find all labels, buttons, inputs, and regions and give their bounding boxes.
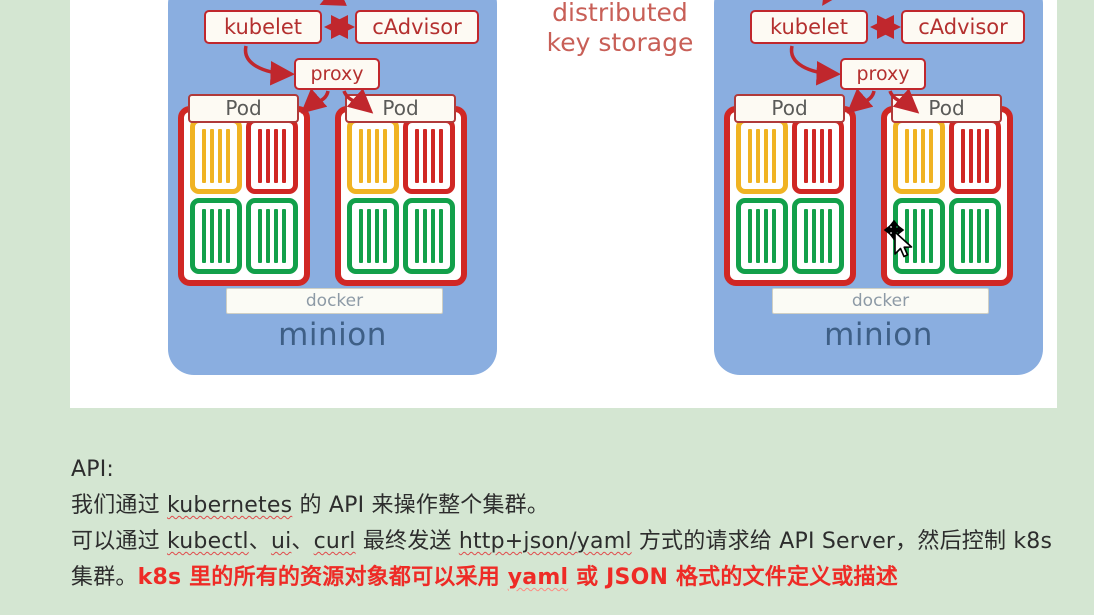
pod-label-left-2[interactable]: Pod — [345, 94, 456, 123]
page-root: distributed key storage kubelet cAdvisor… — [0, 0, 1094, 615]
minion-node-right[interactable]: kubelet cAdvisor proxy Pod Pod docker mi… — [714, 0, 1043, 375]
minion-label-right: minion — [824, 317, 933, 353]
pod-label-text: Pod — [928, 96, 965, 120]
line4-red-a: k8s 里的所有的资源对象都可以采用 — [137, 565, 508, 590]
kubelet-box-left[interactable]: kubelet — [204, 10, 322, 44]
docker-bar-left[interactable]: docker — [226, 288, 443, 314]
text-line-3: 可以通过 kubectl、ui、curl 最终发送 http+json/yaml… — [71, 524, 1086, 560]
distributed-key-storage-caption: distributed key storage — [525, 0, 715, 58]
container-red[interactable] — [246, 118, 298, 194]
line3-curl: curl — [313, 529, 356, 554]
kubelet-label: kubelet — [223, 15, 303, 39]
container-green[interactable] — [246, 198, 298, 274]
container-green[interactable] — [403, 198, 455, 274]
pod-label-text: Pod — [225, 96, 262, 120]
cadvisor-label: cAdvisor — [372, 15, 462, 39]
proxy-label: proxy — [856, 63, 910, 85]
line3-kubectl: kubectl — [167, 529, 249, 554]
container-green[interactable] — [347, 198, 399, 274]
pod-label-text: Pod — [771, 96, 808, 120]
body-text-block: API: 我们通过 kubernetes 的 API 来操作整个集群。 可以通过… — [71, 452, 1086, 596]
container-yellow[interactable] — [736, 118, 788, 194]
line4-red-b: 或 JSON 格式的文件定义或描述 — [568, 565, 898, 590]
storage-caption-line1: distributed — [552, 0, 688, 27]
container-red[interactable] — [949, 118, 1001, 194]
kubelet-label: kubelet — [769, 15, 849, 39]
pod-body-left-2[interactable] — [335, 106, 467, 286]
docker-label: docker — [851, 291, 910, 311]
text-line-4: 集群。k8s 里的所有的资源对象都可以采用 yaml 或 JSON 格式的文件定… — [71, 560, 1086, 596]
container-red[interactable] — [403, 118, 455, 194]
line2-part-a: 我们通过 — [71, 493, 167, 518]
line4-part-a: 集群。 — [71, 565, 138, 590]
proxy-box-left[interactable]: proxy — [294, 58, 380, 90]
line3-sep2: 、 — [291, 529, 314, 554]
line4-highlight: k8s 里的所有的资源对象都可以采用 yaml 或 JSON 格式的文件定义或描… — [138, 565, 898, 590]
container-green[interactable] — [949, 198, 1001, 274]
docker-bar-right[interactable]: docker — [772, 288, 989, 314]
cadvisor-label: cAdvisor — [918, 15, 1008, 39]
container-yellow[interactable] — [347, 118, 399, 194]
pod-label-right-1[interactable]: Pod — [734, 94, 845, 123]
pod-label-left-1[interactable]: Pod — [188, 94, 299, 123]
proxy-box-right[interactable]: proxy — [840, 58, 926, 90]
line2-part-c: 的 API 来操作整个集群。 — [292, 493, 550, 518]
pod-label-text: Pod — [382, 96, 419, 120]
move-cursor — [880, 218, 920, 262]
container-green[interactable] — [736, 198, 788, 274]
pod-label-right-2[interactable]: Pod — [891, 94, 1002, 123]
line4-yaml: yaml — [507, 565, 569, 590]
container-red[interactable] — [792, 118, 844, 194]
line3-part-a: 可以通过 — [71, 529, 167, 554]
line3-part-i: 方式的请求给 API Server，然后控制 k8s — [631, 529, 1053, 554]
container-yellow[interactable] — [893, 118, 945, 194]
line2-kubernetes: kubernetes — [167, 493, 293, 518]
docker-label: docker — [305, 291, 364, 311]
line3-ui: ui — [270, 529, 292, 554]
container-green[interactable] — [190, 198, 242, 274]
cadvisor-box-right[interactable]: cAdvisor — [901, 10, 1025, 44]
text-line-api: API: — [71, 457, 115, 482]
container-yellow[interactable] — [190, 118, 242, 194]
minion-label-left: minion — [278, 317, 387, 353]
pod-body-right-1[interactable] — [724, 106, 856, 286]
cadvisor-box-left[interactable]: cAdvisor — [355, 10, 479, 44]
container-green[interactable] — [792, 198, 844, 274]
kubelet-box-right[interactable]: kubelet — [750, 10, 868, 44]
minion-node-left[interactable]: kubelet cAdvisor proxy Pod Pod docker mi… — [168, 0, 497, 375]
storage-caption-line2: key storage — [546, 28, 694, 57]
line3-sep1: 、 — [248, 529, 271, 554]
text-line-2: 我们通过 kubernetes 的 API 来操作整个集群。 — [71, 488, 1086, 524]
line3-part-g: 最终发送 — [355, 529, 459, 554]
diagram-image-panel: distributed key storage kubelet cAdvisor… — [70, 0, 1057, 408]
pod-body-left-1[interactable] — [178, 106, 310, 286]
proxy-label: proxy — [310, 63, 364, 85]
line3-http-json-yaml: http+json/yaml — [458, 529, 632, 554]
